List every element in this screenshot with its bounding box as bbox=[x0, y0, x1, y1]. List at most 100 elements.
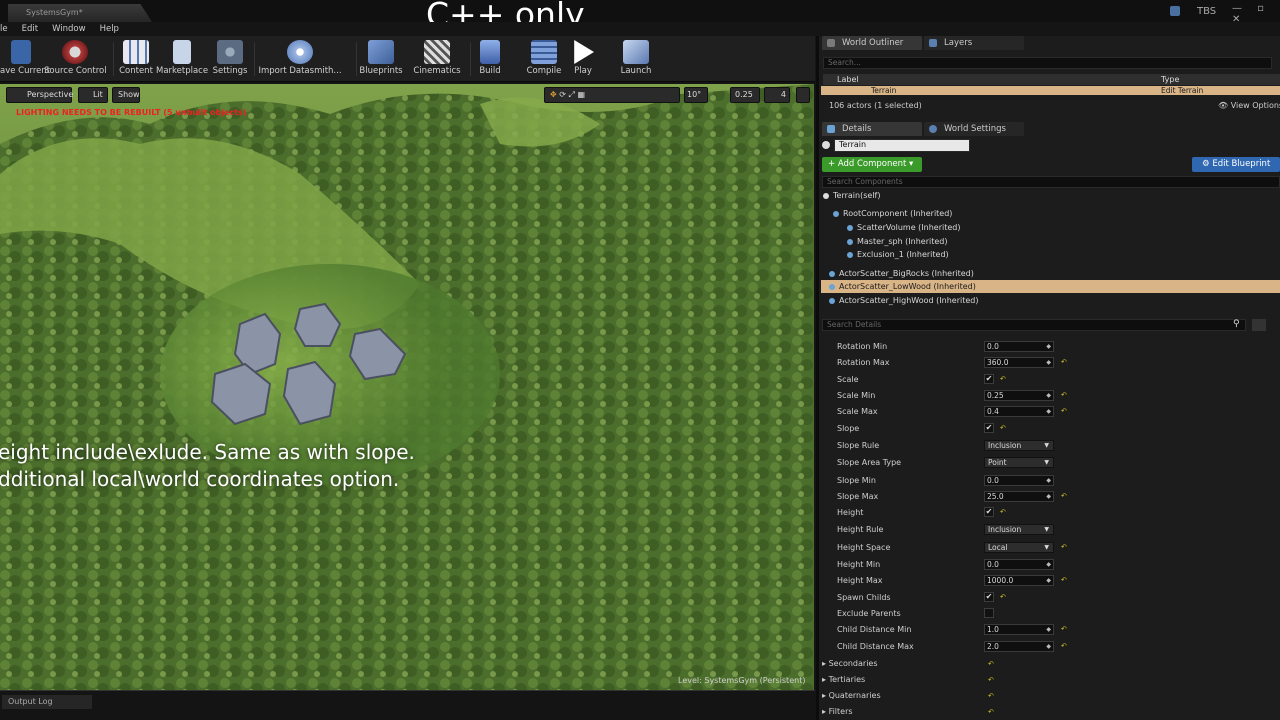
tab-layers[interactable]: Layers bbox=[924, 36, 1024, 50]
camera-speed-button[interactable]: 4 bbox=[764, 87, 790, 103]
actor-name-field[interactable]: Terrain bbox=[834, 139, 970, 152]
outliner-search-input[interactable]: Search... bbox=[823, 57, 1272, 69]
component-row[interactable]: ActorScatter_HighWood (Inherited) bbox=[821, 294, 1280, 307]
reset-to-default-icon[interactable]: ↶ bbox=[1000, 509, 1006, 516]
outliner-icon bbox=[827, 39, 835, 47]
cinematics-icon bbox=[424, 40, 450, 64]
property-number-field[interactable]: 25.0 ◆ bbox=[984, 491, 1054, 502]
settings-button[interactable]: Settings bbox=[210, 36, 250, 82]
property-checkbox[interactable] bbox=[984, 608, 994, 618]
search-icon[interactable]: ⚲ bbox=[1233, 319, 1240, 329]
property-number-field[interactable]: 0.0 ◆ bbox=[984, 341, 1054, 352]
component-row[interactable]: ActorScatter_LowWood (Inherited) bbox=[821, 280, 1280, 293]
window-controls[interactable]: — ▫ ✕ bbox=[1232, 3, 1280, 25]
reset-to-default-icon[interactable]: ↶ bbox=[1061, 643, 1067, 650]
edit-blueprint-button[interactable]: ⚙ Edit Blueprint bbox=[1192, 157, 1280, 172]
caption-line-2: dditional local\world coordinates option… bbox=[0, 467, 400, 491]
reset-to-default-icon[interactable]: ↶ bbox=[988, 677, 994, 684]
reset-to-default-icon[interactable]: ↶ bbox=[988, 661, 994, 668]
spin-icon: ◆ bbox=[1046, 561, 1051, 568]
level-viewport[interactable] bbox=[0, 84, 814, 690]
property-number-field[interactable]: 0.0 ◆ bbox=[984, 559, 1054, 570]
reset-to-default-icon[interactable]: ↶ bbox=[988, 693, 994, 700]
component-row[interactable]: ScatterVolume (Inherited) bbox=[821, 221, 1280, 234]
property-label: Scale Min bbox=[837, 391, 876, 400]
search-details-input[interactable]: Search Details bbox=[822, 319, 1246, 331]
menu-edit[interactable]: Edit bbox=[22, 22, 38, 36]
reset-to-default-icon[interactable]: ↶ bbox=[1000, 376, 1006, 383]
tab-world-outliner[interactable]: World Outliner bbox=[822, 36, 922, 50]
show-button[interactable]: Show bbox=[112, 87, 140, 103]
tab-details[interactable]: Details bbox=[822, 122, 922, 136]
play-icon bbox=[574, 40, 594, 64]
compile-button[interactable]: Compile bbox=[526, 36, 562, 82]
lit-button[interactable]: Lit bbox=[78, 87, 108, 103]
reset-to-default-icon[interactable]: ↶ bbox=[988, 709, 994, 716]
menu-window[interactable]: Window bbox=[52, 22, 86, 36]
category-row[interactable]: ▸ Filters bbox=[822, 707, 853, 716]
reset-to-default-icon[interactable]: ↶ bbox=[1061, 359, 1067, 366]
save-current-button[interactable]: ave Current bbox=[0, 36, 50, 82]
component-self[interactable]: Terrain(self) bbox=[821, 189, 1280, 202]
reset-to-default-icon[interactable]: ↶ bbox=[1061, 493, 1067, 500]
snap-scale-button[interactable]: 0.25 bbox=[730, 87, 760, 103]
category-row[interactable]: ▸ Quaternaries bbox=[822, 691, 881, 700]
property-matrix-icon[interactable] bbox=[1252, 319, 1266, 331]
maximize-viewport-button[interactable] bbox=[796, 87, 810, 103]
tab-world-settings[interactable]: World Settings bbox=[924, 122, 1024, 136]
transform-tools[interactable]: ✥ ⟳ ⤢ ▦ bbox=[544, 87, 680, 103]
document-tab[interactable]: SystemsGym* bbox=[8, 4, 152, 22]
output-log-tab[interactable]: Output Log bbox=[2, 695, 92, 709]
play-button[interactable]: Play bbox=[568, 36, 598, 82]
reset-to-default-icon[interactable]: ↶ bbox=[1061, 577, 1067, 584]
property-number-field[interactable]: 1.0 ◆ bbox=[984, 624, 1054, 635]
reset-to-default-icon[interactable]: ↶ bbox=[1000, 594, 1006, 601]
component-row[interactable]: ActorScatter_BigRocks (Inherited) bbox=[821, 267, 1280, 280]
component-row[interactable]: Master_sph (Inherited) bbox=[821, 235, 1280, 248]
marketplace-button[interactable]: Marketplace bbox=[156, 36, 208, 82]
launch-icon bbox=[623, 40, 649, 64]
add-component-button[interactable]: + Add Component ▾ bbox=[822, 157, 922, 172]
user-badge: TBS bbox=[1197, 6, 1217, 17]
import-datasmith-button[interactable]: Import Datasmith... bbox=[258, 36, 342, 82]
category-row[interactable]: ▸ Secondaries bbox=[822, 659, 878, 668]
menu-help[interactable]: Help bbox=[100, 22, 119, 36]
source-control-button[interactable]: Source Control bbox=[44, 36, 107, 82]
property-dropdown[interactable]: Point ▼ bbox=[984, 457, 1054, 468]
property-dropdown[interactable]: Local ▼ bbox=[984, 542, 1054, 553]
property-checkbox[interactable]: ✔ bbox=[984, 374, 994, 384]
reset-to-default-icon[interactable]: ↶ bbox=[1061, 544, 1067, 551]
level-name: SystemsGym (Persistent) bbox=[704, 676, 806, 685]
category-row[interactable]: ▸ Tertiaries bbox=[822, 675, 865, 684]
build-button[interactable]: Build bbox=[474, 36, 506, 82]
cinematics-button[interactable]: Cinematics bbox=[412, 36, 462, 82]
perspective-button[interactable]: Perspective bbox=[6, 87, 73, 103]
property-checkbox[interactable]: ✔ bbox=[984, 423, 994, 433]
snap-angle-button[interactable]: 10° bbox=[684, 87, 708, 103]
reset-to-default-icon[interactable]: ↶ bbox=[1061, 392, 1067, 399]
property-number-field[interactable]: 360.0 ◆ bbox=[984, 357, 1054, 368]
property-label: Height Space bbox=[837, 543, 891, 552]
property-number-field[interactable]: 0.25 ◆ bbox=[984, 390, 1054, 401]
menu-file[interactable]: le bbox=[0, 22, 8, 36]
property-checkbox[interactable]: ✔ bbox=[984, 592, 994, 602]
property-dropdown[interactable]: Inclusion ▼ bbox=[984, 440, 1054, 451]
launch-button[interactable]: Launch bbox=[618, 36, 654, 82]
property-number-field[interactable]: 1000.0 ◆ bbox=[984, 575, 1054, 586]
property-number-field[interactable]: 0.4 ◆ bbox=[984, 406, 1054, 417]
content-button[interactable]: Content bbox=[116, 36, 156, 82]
component-row[interactable]: RootComponent (Inherited) bbox=[821, 207, 1280, 220]
property-dropdown[interactable]: Inclusion ▼ bbox=[984, 524, 1054, 535]
property-number-field[interactable]: 0.0 ◆ bbox=[984, 475, 1054, 486]
blueprints-button[interactable]: Blueprints bbox=[358, 36, 404, 82]
view-options-button[interactable]: 👁 View Options bbox=[1218, 101, 1280, 110]
search-components-input[interactable]: Search Components bbox=[822, 176, 1280, 188]
reset-to-default-icon[interactable]: ↶ bbox=[1000, 425, 1006, 432]
component-row[interactable]: Exclusion_1 (Inherited) bbox=[821, 248, 1280, 261]
reset-to-default-icon[interactable]: ↶ bbox=[1061, 626, 1067, 633]
reset-to-default-icon[interactable]: ↶ bbox=[1061, 408, 1067, 415]
outliner-row-terrain[interactable]: Terrain Edit Terrain bbox=[821, 86, 1280, 95]
property-number-field[interactable]: 2.0 ◆ bbox=[984, 641, 1054, 652]
notification-icon[interactable] bbox=[1170, 6, 1180, 16]
property-checkbox[interactable]: ✔ bbox=[984, 507, 994, 517]
